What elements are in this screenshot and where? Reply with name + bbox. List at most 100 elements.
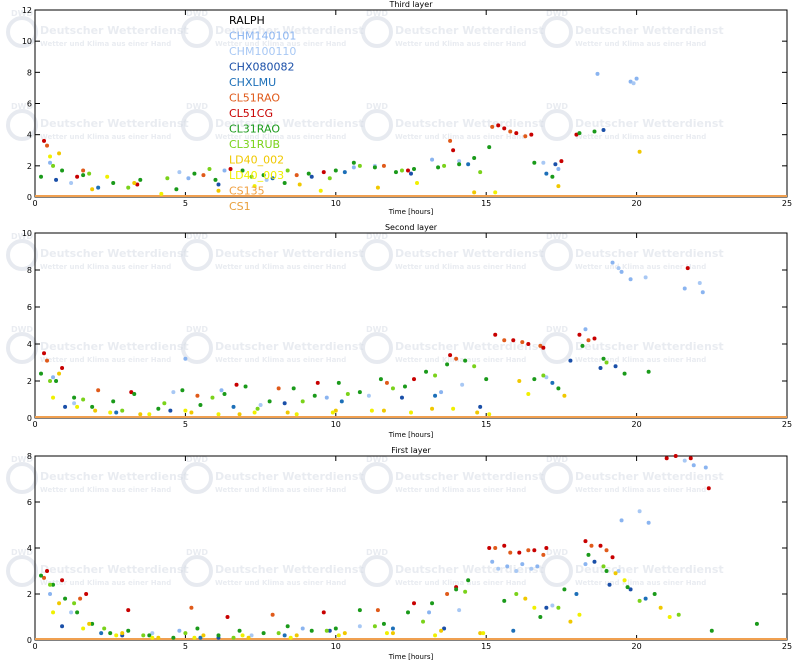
y-tick-label: 8 [27,266,32,275]
data-point [493,332,498,337]
y-tick-label: 0 [27,193,32,202]
data-point [535,564,540,569]
legend-entry: LD40_003 [229,169,284,182]
data-point [526,548,531,553]
data-point [544,605,549,610]
data-point [433,393,438,398]
x-tick-label: 25 [782,642,792,651]
watermark-subtitle: Wetter und Klima aus einer Hand [395,486,526,494]
data-point [195,626,200,631]
data-point [150,635,155,640]
watermark-layer: DWDDeutscher WetterdienstWetter und Klim… [6,232,724,364]
y-tick-label: 10 [22,37,32,46]
y-tick-label: 6 [27,100,32,109]
data-point [84,592,89,596]
data-point [375,185,380,190]
data-point [333,168,338,173]
data-point [156,635,161,640]
data-point [457,162,462,167]
data-point [300,626,305,631]
data-point [87,621,92,626]
data-point [562,393,567,398]
data-point [601,356,606,361]
y-tick-label: 10 [22,229,32,238]
data-point [60,578,65,583]
data-point [75,610,80,615]
data-point [688,456,693,461]
x-tick-label: 5 [183,199,188,208]
watermark-tile: DWDDeutscher WetterdienstWetter und Klim… [181,548,364,587]
data-point [48,582,53,587]
data-point [586,552,591,557]
data-point [550,603,555,608]
data-point [219,388,224,393]
data-point [180,388,185,393]
watermark-logo-text: DWD [11,325,33,334]
data-point [192,171,197,176]
data-point [523,134,528,139]
data-point [81,397,86,402]
watermark-subtitle: Wetter und Klima aus einer Hand [395,40,526,48]
watermark-logo-text: DWD [546,548,568,557]
data-point [556,605,561,610]
data-point [556,166,561,171]
x-tick-label: 0 [32,642,37,651]
data-point [454,356,459,361]
data-point [291,386,296,391]
data-point [544,171,549,176]
data-point [463,358,468,363]
watermark-subtitle: Wetter und Klima aus einer Hand [575,579,706,587]
data-point [141,633,146,638]
watermark-subtitle: Wetter und Klima aus einer Hand [40,40,171,48]
data-point [282,633,287,638]
data-point [520,340,525,345]
data-point [147,412,152,417]
data-point [75,404,80,409]
data-point [108,631,113,636]
dwd-logo-icon [361,239,393,271]
watermark-subtitle: Wetter und Klima aus einer Hand [40,486,171,494]
data-point [466,162,471,167]
data-point [339,399,344,404]
data-point [421,619,426,624]
watermark-title: Deutscher Wetterdienst [215,340,364,353]
data-point [577,332,582,337]
series-ld40-002 [57,149,642,195]
data-point [105,174,110,179]
data-point [351,165,356,170]
watermark-tile: DWDDeutscher WetterdienstWetter und Klim… [541,455,724,494]
data-point [243,384,248,389]
data-point [132,180,137,185]
legend-entry: CS1 [229,200,251,213]
data-point [439,390,444,395]
x-tick-label: 20 [632,642,642,651]
watermark-tile: DWDDeutscher WetterdienstWetter und Klim… [541,548,724,587]
dwd-logo-icon [361,16,393,48]
data-point [402,384,407,389]
y-tick-label: 0 [27,636,32,645]
data-point [472,364,477,369]
data-point [445,592,450,596]
data-point [412,377,417,382]
data-point [276,386,281,391]
data-point [553,162,558,167]
data-point [192,635,197,640]
data-point [336,633,341,638]
data-point [496,566,501,571]
data-point [45,358,50,363]
data-point [222,391,227,396]
data-point [505,564,510,569]
data-point [541,160,546,165]
dwd-logo-icon [361,462,393,494]
x-tick-label: 25 [782,420,792,429]
data-point [72,401,77,406]
data-point [324,395,329,400]
data-point [156,406,161,411]
data-point [430,406,435,411]
data-point [430,601,435,606]
data-point [541,345,546,350]
legend-entry: CL31RAO [229,123,280,136]
watermark-logo-text: DWD [366,548,388,557]
data-point [577,612,582,617]
data-point [556,184,561,189]
